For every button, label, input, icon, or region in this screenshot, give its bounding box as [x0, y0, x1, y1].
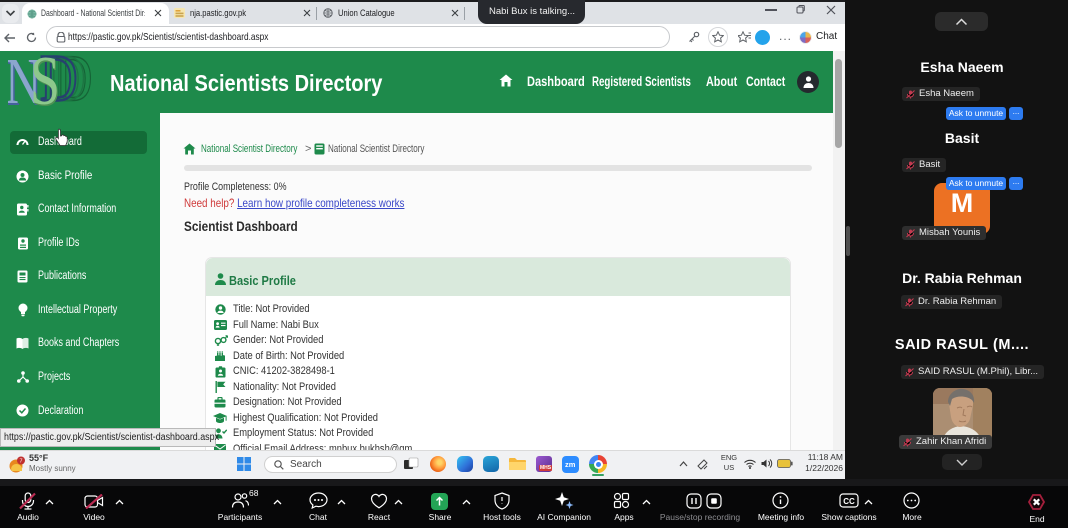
svg-text:CC: CC — [843, 497, 855, 506]
svg-text:7: 7 — [19, 458, 22, 464]
